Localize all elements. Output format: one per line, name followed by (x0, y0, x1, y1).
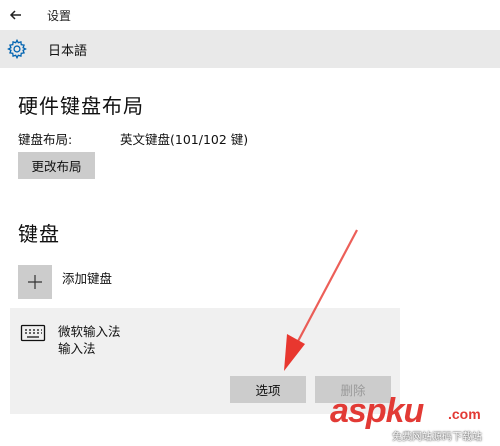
keyboard-icon (20, 324, 46, 342)
gear-icon (7, 38, 27, 60)
keyboard-layout-value: 英文键盘(101/102 键) (120, 132, 249, 147)
plus-icon (28, 275, 42, 289)
keyboards-heading: 键盘 (18, 222, 60, 246)
add-keyboard-button[interactable] (18, 265, 52, 299)
watermark-suffix: .com (448, 406, 481, 422)
watermark-brand: aspku (330, 392, 424, 430)
keyboard-layout-label: 键盘布局: (18, 132, 73, 147)
hardware-layout-heading: 硬件键盘布局 (18, 94, 144, 118)
title-bar: 设置 (0, 0, 500, 30)
change-layout-button[interactable]: 更改布局 (18, 152, 95, 179)
back-arrow-icon[interactable] (6, 5, 26, 25)
window-title: 设置 (47, 9, 72, 23)
options-button[interactable]: 选项 (230, 376, 306, 403)
add-keyboard-label[interactable]: 添加键盘 (62, 268, 112, 287)
page-header: 日本語 (0, 30, 500, 68)
watermark-tagline: 免费网站源码下载站 (392, 432, 482, 443)
page-title: 日本語 (48, 44, 88, 59)
ime-subtitle: 输入法 (58, 341, 96, 356)
site-watermark: aspku .com 免费网站源码下载站 (330, 392, 500, 446)
